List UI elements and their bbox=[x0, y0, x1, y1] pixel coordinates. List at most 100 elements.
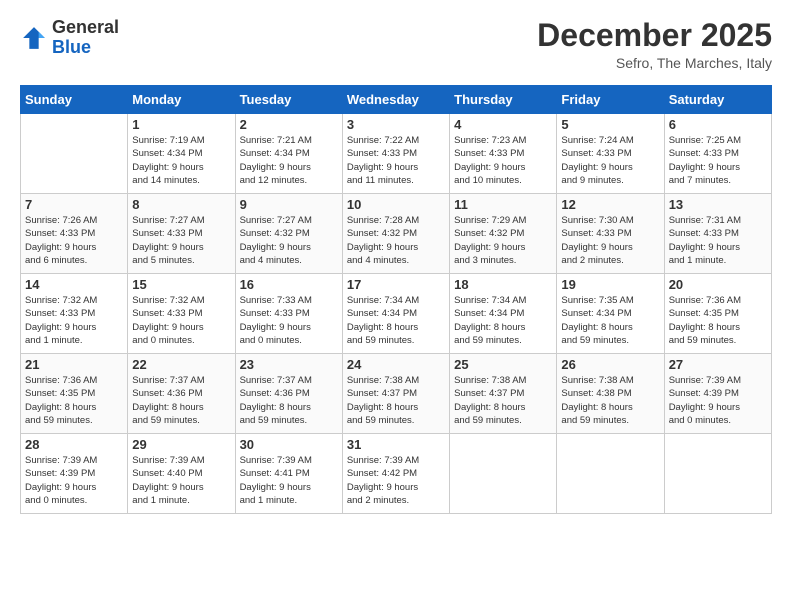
day-number: 17 bbox=[347, 277, 445, 292]
day-info: Sunrise: 7:34 AMSunset: 4:34 PMDaylight:… bbox=[347, 294, 445, 347]
calendar-cell: 8 Sunrise: 7:27 AMSunset: 4:33 PMDaylight… bbox=[128, 194, 235, 274]
logo-blue: Blue bbox=[52, 37, 91, 57]
day-info: Sunrise: 7:32 AMSunset: 4:33 PMDaylight:… bbox=[25, 294, 123, 347]
title-block: December 2025 Sefro, The Marches, Italy bbox=[537, 18, 772, 71]
day-number: 12 bbox=[561, 197, 659, 212]
day-info: Sunrise: 7:21 AMSunset: 4:34 PMDaylight:… bbox=[240, 134, 338, 187]
day-info: Sunrise: 7:39 AMSunset: 4:40 PMDaylight:… bbox=[132, 454, 230, 507]
day-info: Sunrise: 7:39 AMSunset: 4:41 PMDaylight:… bbox=[240, 454, 338, 507]
day-number: 8 bbox=[132, 197, 230, 212]
day-info: Sunrise: 7:39 AMSunset: 4:39 PMDaylight:… bbox=[25, 454, 123, 507]
day-info: Sunrise: 7:22 AMSunset: 4:33 PMDaylight:… bbox=[347, 134, 445, 187]
day-number: 30 bbox=[240, 437, 338, 452]
day-info: Sunrise: 7:36 AMSunset: 4:35 PMDaylight:… bbox=[669, 294, 767, 347]
day-info: Sunrise: 7:30 AMSunset: 4:33 PMDaylight:… bbox=[561, 214, 659, 267]
calendar-cell: 19Sunrise: 7:35 AMSunset: 4:34 PMDayligh… bbox=[557, 274, 664, 354]
day-info: Sunrise: 7:26 AMSunset: 4:33 PMDaylight:… bbox=[25, 214, 123, 267]
day-info: Sunrise: 7:31 AMSunset: 4:33 PMDaylight:… bbox=[669, 214, 767, 267]
calendar-cell: 31 Sunrise: 7:39 AMSunset: 4:42 PMDayligh… bbox=[342, 434, 449, 514]
calendar-cell: 24 Sunrise: 7:38 AMSunset: 4:37 PMDayligh… bbox=[342, 354, 449, 434]
page-container: General Blue December 2025 Sefro, The Ma… bbox=[0, 0, 792, 524]
calendar-cell: 18 Sunrise: 7:34 AMSunset: 4:34 PMDayligh… bbox=[450, 274, 557, 354]
day-info: Sunrise: 7:38 AMSunset: 4:38 PMDaylight:… bbox=[561, 374, 659, 427]
calendar-cell: 11 Sunrise: 7:29 AMSunset: 4:32 PMDayligh… bbox=[450, 194, 557, 274]
day-info: Sunrise: 7:29 AMSunset: 4:32 PMDaylight:… bbox=[454, 214, 552, 267]
day-number: 2 bbox=[240, 117, 338, 132]
day-number: 21 bbox=[25, 357, 123, 372]
day-number: 31 bbox=[347, 437, 445, 452]
day-number: 20 bbox=[669, 277, 767, 292]
calendar-cell: 27Sunrise: 7:39 AMSunset: 4:39 PMDayligh… bbox=[664, 354, 771, 434]
calendar-cell bbox=[21, 114, 128, 194]
calendar-cell: 17 Sunrise: 7:34 AMSunset: 4:34 PMDayligh… bbox=[342, 274, 449, 354]
calendar-cell: 26 Sunrise: 7:38 AMSunset: 4:38 PMDayligh… bbox=[557, 354, 664, 434]
day-number: 23 bbox=[240, 357, 338, 372]
calendar-cell: 9 Sunrise: 7:27 AMSunset: 4:32 PMDaylight… bbox=[235, 194, 342, 274]
logo: General Blue bbox=[20, 18, 119, 58]
day-number: 16 bbox=[240, 277, 338, 292]
calendar-cell: 20 Sunrise: 7:36 AMSunset: 4:35 PMDayligh… bbox=[664, 274, 771, 354]
day-number: 11 bbox=[454, 197, 552, 212]
location: Sefro, The Marches, Italy bbox=[537, 55, 772, 71]
day-info: Sunrise: 7:38 AMSunset: 4:37 PMDaylight:… bbox=[347, 374, 445, 427]
calendar-cell: 15 Sunrise: 7:32 AMSunset: 4:33 PMDayligh… bbox=[128, 274, 235, 354]
day-info: Sunrise: 7:38 AMSunset: 4:37 PMDaylight:… bbox=[454, 374, 552, 427]
calendar-week-row: 1Sunrise: 7:19 AMSunset: 4:34 PMDaylight… bbox=[21, 114, 772, 194]
col-tuesday: Tuesday bbox=[235, 86, 342, 114]
calendar-cell: 6 Sunrise: 7:25 AMSunset: 4:33 PMDaylight… bbox=[664, 114, 771, 194]
day-info: Sunrise: 7:35 AMSunset: 4:34 PMDaylight:… bbox=[561, 294, 659, 347]
calendar-cell: 10 Sunrise: 7:28 AMSunset: 4:32 PMDayligh… bbox=[342, 194, 449, 274]
logo-icon bbox=[20, 24, 48, 52]
calendar-cell: 2 Sunrise: 7:21 AMSunset: 4:34 PMDaylight… bbox=[235, 114, 342, 194]
day-info: Sunrise: 7:27 AMSunset: 4:33 PMDaylight:… bbox=[132, 214, 230, 267]
day-info: Sunrise: 7:27 AMSunset: 4:32 PMDaylight:… bbox=[240, 214, 338, 267]
calendar-cell: 1Sunrise: 7:19 AMSunset: 4:34 PMDaylight… bbox=[128, 114, 235, 194]
day-info: Sunrise: 7:39 AMSunset: 4:42 PMDaylight:… bbox=[347, 454, 445, 507]
calendar-cell: 28 Sunrise: 7:39 AMSunset: 4:39 PMDayligh… bbox=[21, 434, 128, 514]
calendar-week-row: 28 Sunrise: 7:39 AMSunset: 4:39 PMDayligh… bbox=[21, 434, 772, 514]
day-info: Sunrise: 7:37 AMSunset: 4:36 PMDaylight:… bbox=[240, 374, 338, 427]
month-title: December 2025 bbox=[537, 18, 772, 53]
day-number: 22 bbox=[132, 357, 230, 372]
day-number: 15 bbox=[132, 277, 230, 292]
day-info: Sunrise: 7:37 AMSunset: 4:36 PMDaylight:… bbox=[132, 374, 230, 427]
day-info: Sunrise: 7:24 AMSunset: 4:33 PMDaylight:… bbox=[561, 134, 659, 187]
calendar-table: Sunday Monday Tuesday Wednesday Thursday… bbox=[20, 85, 772, 514]
calendar-cell: 13 Sunrise: 7:31 AMSunset: 4:33 PMDayligh… bbox=[664, 194, 771, 274]
calendar-cell: 12 Sunrise: 7:30 AMSunset: 4:33 PMDayligh… bbox=[557, 194, 664, 274]
calendar-cell: 3 Sunrise: 7:22 AMSunset: 4:33 PMDaylight… bbox=[342, 114, 449, 194]
calendar-cell: 16 Sunrise: 7:33 AMSunset: 4:33 PMDayligh… bbox=[235, 274, 342, 354]
day-info: Sunrise: 7:33 AMSunset: 4:33 PMDaylight:… bbox=[240, 294, 338, 347]
day-number: 5 bbox=[561, 117, 659, 132]
calendar-cell bbox=[664, 434, 771, 514]
day-info: Sunrise: 7:32 AMSunset: 4:33 PMDaylight:… bbox=[132, 294, 230, 347]
calendar-cell: 22 Sunrise: 7:37 AMSunset: 4:36 PMDayligh… bbox=[128, 354, 235, 434]
day-number: 6 bbox=[669, 117, 767, 132]
logo-general: General bbox=[52, 17, 119, 37]
col-friday: Friday bbox=[557, 86, 664, 114]
day-info: Sunrise: 7:39 AMSunset: 4:39 PMDaylight:… bbox=[669, 374, 767, 427]
day-info: Sunrise: 7:25 AMSunset: 4:33 PMDaylight:… bbox=[669, 134, 767, 187]
day-number: 3 bbox=[347, 117, 445, 132]
day-number: 7 bbox=[25, 197, 123, 212]
col-wednesday: Wednesday bbox=[342, 86, 449, 114]
day-number: 13 bbox=[669, 197, 767, 212]
day-number: 10 bbox=[347, 197, 445, 212]
day-number: 18 bbox=[454, 277, 552, 292]
day-info: Sunrise: 7:28 AMSunset: 4:32 PMDaylight:… bbox=[347, 214, 445, 267]
col-sunday: Sunday bbox=[21, 86, 128, 114]
header: General Blue December 2025 Sefro, The Ma… bbox=[20, 18, 772, 71]
col-saturday: Saturday bbox=[664, 86, 771, 114]
calendar-week-row: 7 Sunrise: 7:26 AMSunset: 4:33 PMDaylight… bbox=[21, 194, 772, 274]
day-number: 4 bbox=[454, 117, 552, 132]
calendar-cell: 5 Sunrise: 7:24 AMSunset: 4:33 PMDaylight… bbox=[557, 114, 664, 194]
day-number: 28 bbox=[25, 437, 123, 452]
calendar-cell: 7 Sunrise: 7:26 AMSunset: 4:33 PMDaylight… bbox=[21, 194, 128, 274]
col-monday: Monday bbox=[128, 86, 235, 114]
day-info: Sunrise: 7:34 AMSunset: 4:34 PMDaylight:… bbox=[454, 294, 552, 347]
day-number: 26 bbox=[561, 357, 659, 372]
calendar-cell: 14Sunrise: 7:32 AMSunset: 4:33 PMDayligh… bbox=[21, 274, 128, 354]
day-number: 9 bbox=[240, 197, 338, 212]
day-info: Sunrise: 7:23 AMSunset: 4:33 PMDaylight:… bbox=[454, 134, 552, 187]
day-number: 24 bbox=[347, 357, 445, 372]
